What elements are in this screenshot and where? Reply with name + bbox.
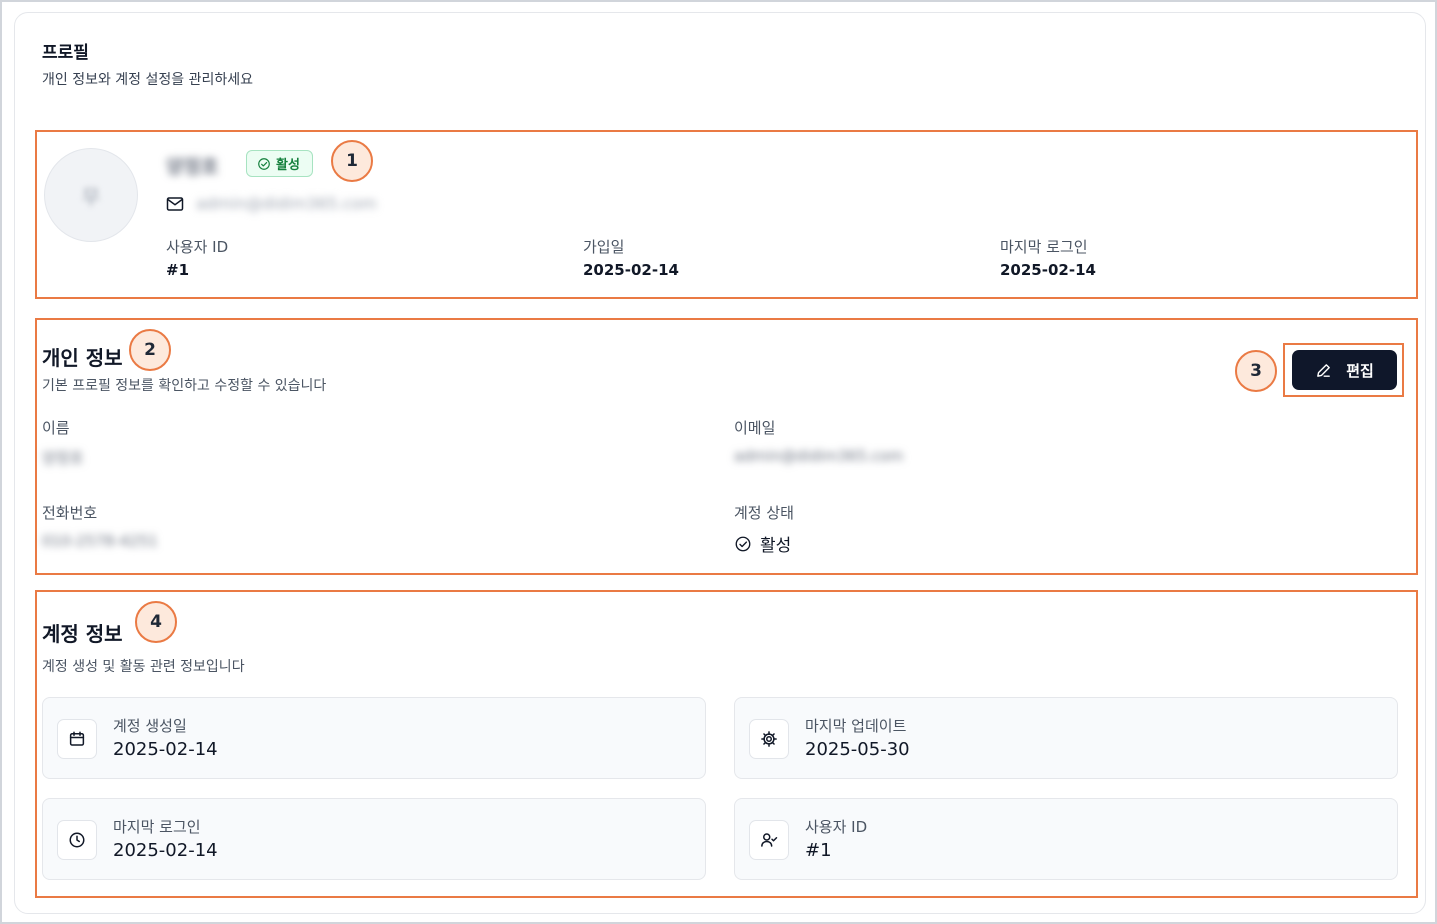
field-value-phone: 010-2578-4251 — [42, 532, 158, 550]
highlight-profile-summary — [35, 130, 1418, 299]
account-status-value: 활성 — [734, 531, 791, 556]
tile-icon-box — [57, 820, 97, 860]
profile-email: admin@didim365.com — [196, 194, 377, 213]
tile-value: 2025-05-30 — [805, 739, 910, 760]
annotation-badge-3: 3 — [1235, 350, 1277, 392]
meta-value-last-login: 2025-02-14 — [1000, 261, 1096, 279]
field-label-phone: 전화번호 — [42, 504, 98, 522]
tile-value: #1 — [805, 840, 832, 861]
calendar-icon — [69, 731, 85, 746]
account-info-title: 계정 정보 — [42, 622, 123, 646]
tile-label: 사용자 ID — [805, 818, 868, 836]
meta-label-last-login: 마지막 로그인 — [1000, 238, 1088, 256]
tile-value: 2025-02-14 — [113, 840, 218, 861]
avatar: 무 — [44, 148, 138, 242]
meta-label-join-date: 가입일 — [583, 238, 625, 256]
account-status-text: 활성 — [760, 536, 792, 556]
tile-label: 마지막 업데이트 — [805, 717, 907, 735]
clock-icon — [69, 832, 85, 848]
page-title: 프로필 — [42, 43, 89, 63]
personal-info-title: 개인 정보 — [42, 346, 123, 370]
field-value-name: 양정호 — [42, 449, 84, 467]
info-tile-last-update: 마지막 업데이트 2025-05-30 — [734, 697, 1398, 779]
pencil-icon — [1317, 363, 1331, 377]
meta-value-join-date: 2025-02-14 — [583, 261, 679, 279]
annotation-badge-2: 2 — [129, 329, 171, 371]
info-tile-last-login: 마지막 로그인 2025-02-14 — [42, 798, 706, 880]
gear-icon — [761, 731, 777, 747]
avatar-initial: 무 — [81, 184, 101, 209]
check-circle-icon — [735, 536, 751, 551]
field-label-name: 이름 — [42, 419, 70, 437]
tile-label: 계정 생성일 — [113, 717, 187, 735]
tile-icon-box — [57, 719, 97, 759]
status-badge: 활성 — [246, 150, 313, 177]
annotation-badge-4: 4 — [135, 601, 177, 643]
field-label-email: 이메일 — [734, 419, 776, 437]
user-check-icon — [761, 833, 778, 847]
account-info-subtitle: 계정 생성 및 활동 관련 정보입니다 — [42, 659, 245, 675]
meta-label-user-id: 사용자 ID — [166, 238, 229, 256]
annotation-badge-1: 1 — [331, 140, 373, 182]
mail-icon — [166, 197, 184, 211]
personal-info-subtitle: 기본 프로필 정보를 확인하고 수정할 수 있습니다 — [42, 378, 327, 394]
status-badge-label: 활성 — [276, 158, 300, 173]
edit-button[interactable]: 편집 — [1292, 350, 1397, 390]
highlight-personal-info — [35, 318, 1418, 575]
tile-icon-box — [749, 719, 789, 759]
check-circle-icon — [258, 157, 270, 170]
profile-name: 양정호 — [166, 156, 219, 178]
tile-value: 2025-02-14 — [113, 739, 218, 760]
tile-icon-box — [749, 820, 789, 860]
tile-label: 마지막 로그인 — [113, 818, 201, 836]
info-tile-created: 계정 생성일 2025-02-14 — [42, 697, 706, 779]
field-label-account-status: 계정 상태 — [734, 504, 794, 522]
field-value-email: admin@didim365.com — [734, 447, 904, 465]
edit-button-label: 편집 — [1346, 361, 1374, 380]
page-subtitle: 개인 정보와 계정 설정을 관리하세요 — [42, 72, 253, 88]
info-tile-user-id: 사용자 ID #1 — [734, 798, 1398, 880]
meta-value-user-id: #1 — [166, 261, 190, 279]
